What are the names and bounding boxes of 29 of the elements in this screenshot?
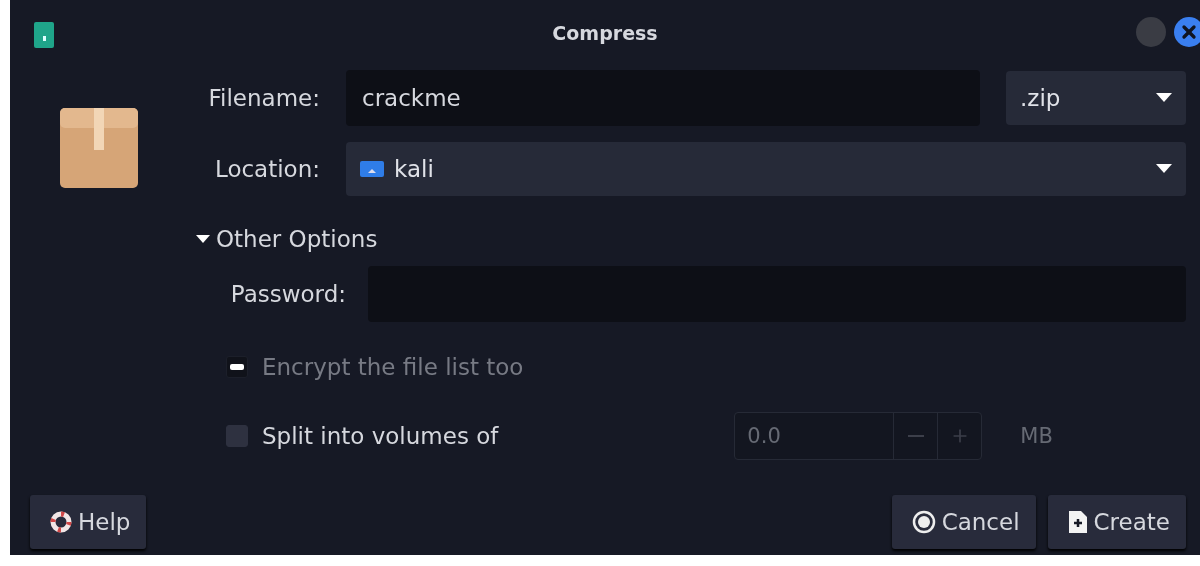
spinner-value: 0.0 (746, 424, 782, 448)
close-button[interactable] (1174, 17, 1200, 47)
filename-label: Filename: (207, 85, 320, 111)
close-icon (1179, 22, 1199, 42)
location-dropdown[interactable]: kali (346, 142, 1186, 196)
folder-icon (360, 161, 384, 177)
window-title: Compress (552, 22, 658, 44)
checkbox[interactable] (226, 425, 248, 447)
checkbox-label: Split into volumes of (262, 423, 499, 449)
cancel-button[interactable]: Cancel (891, 495, 1036, 549)
minimize-button[interactable] (1136, 17, 1166, 47)
caret-icon (1156, 164, 1172, 174)
minus-icon (907, 435, 924, 437)
filename-field[interactable]: crackme (346, 70, 980, 126)
help-button[interactable]: Help (30, 495, 147, 549)
new-document-icon (1067, 510, 1088, 534)
extension-dropdown[interactable]: .zip (1006, 71, 1186, 125)
location-label: Location: (213, 156, 320, 182)
stop-icon (911, 510, 936, 534)
package-icon (60, 108, 138, 188)
checkbox-label: Encrypt the file list too (262, 354, 524, 380)
password-label: Password: (229, 281, 346, 307)
caret-icon (1156, 93, 1172, 103)
unit-label: MB (1020, 424, 1053, 448)
archive-app-icon (34, 22, 54, 48)
dash-icon (230, 364, 244, 370)
lifebuoy-icon (50, 511, 72, 533)
other-options-expander[interactable]: Other Options (196, 226, 1186, 252)
create-button[interactable]: Create (1047, 495, 1186, 549)
